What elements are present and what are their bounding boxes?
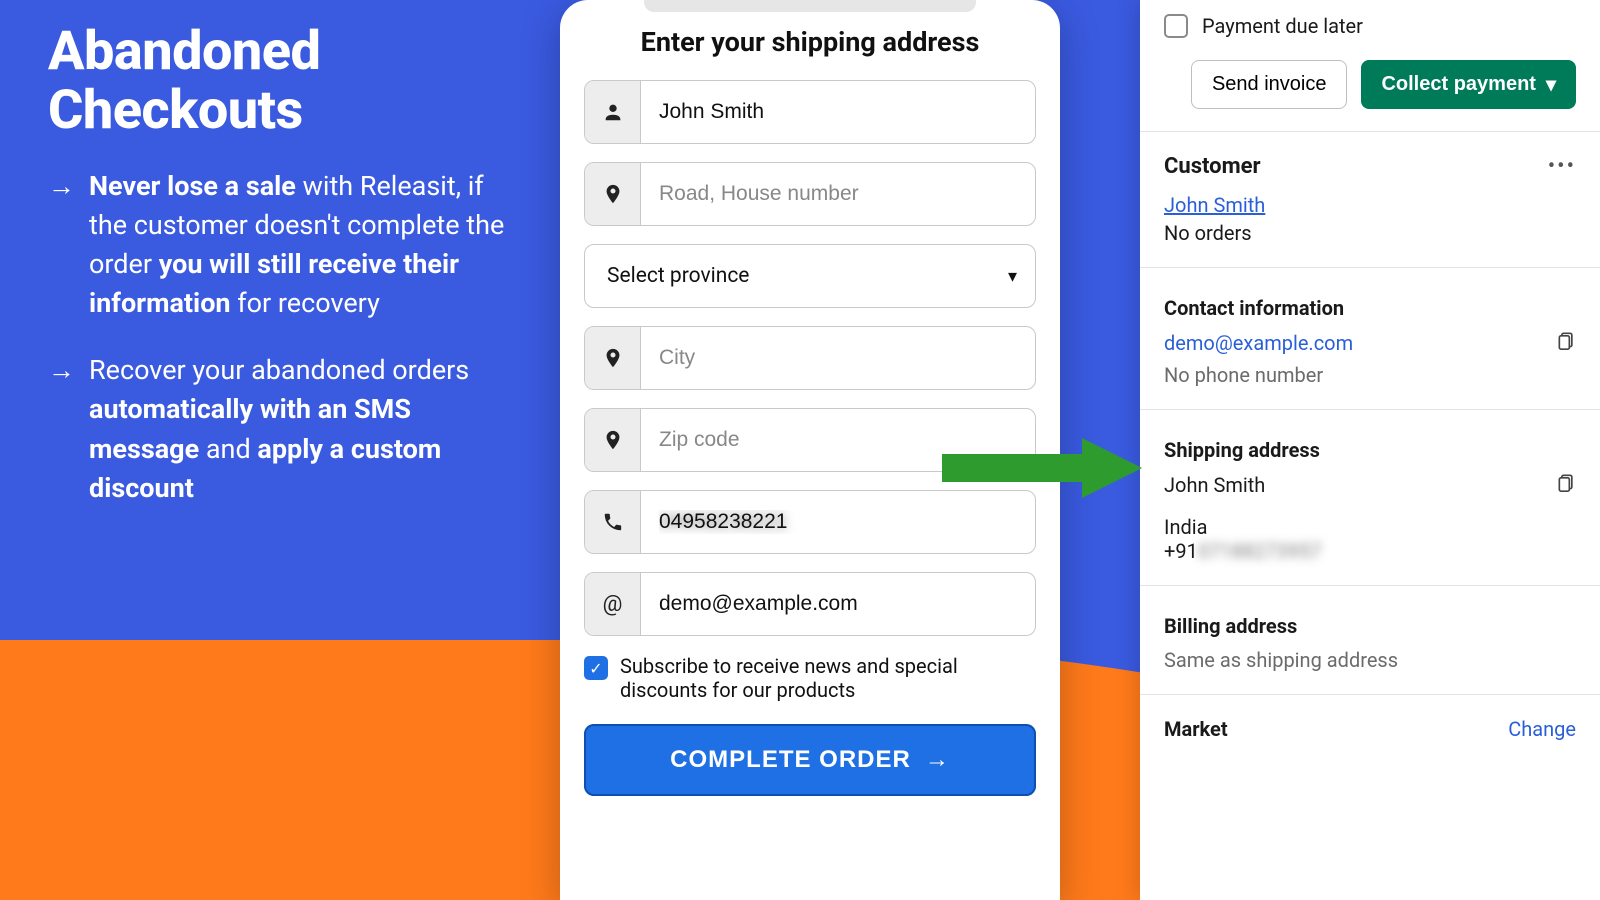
billing-heading: Billing address [1164, 614, 1576, 638]
contact-section: Contact information demo@example.com No … [1140, 268, 1600, 410]
arrow-right-icon: → [925, 746, 950, 774]
clipboard-icon[interactable] [1556, 330, 1576, 355]
payment-due-label: Payment due later [1202, 14, 1363, 38]
contact-phone-placeholder: No phone number [1164, 363, 1576, 387]
bullet-item: → Recover your abandoned orders automati… [48, 351, 518, 508]
phone-field[interactable] [584, 490, 1036, 554]
text-span: Recover your abandoned orders [89, 354, 469, 386]
person-icon [585, 81, 641, 143]
complete-order-button[interactable]: COMPLETE ORDER → [584, 724, 1036, 796]
checkbox-icon [1164, 14, 1188, 38]
pin-icon [585, 409, 641, 471]
province-label: Select province [607, 264, 749, 288]
bullet-item: → Never lose a sale with Releasit, if th… [48, 167, 518, 324]
shipping-heading: Shipping address [1164, 438, 1576, 462]
shipping-section: Shipping address John Smith India +91071… [1140, 410, 1600, 586]
zip-input[interactable] [641, 409, 1035, 471]
marketing-copy: Abandoned Checkouts → Never lose a sale … [48, 22, 518, 536]
checkout-form-card: Enter your shipping address Select provi… [560, 0, 1060, 900]
billing-section: Billing address Same as shipping address [1140, 586, 1600, 695]
pin-icon [585, 327, 641, 389]
more-actions-icon[interactable]: ••• [1548, 154, 1576, 179]
customer-section: Customer ••• John Smith No orders [1140, 132, 1600, 268]
province-select[interactable]: Select province ▾ [584, 244, 1036, 308]
email-input[interactable] [641, 573, 1035, 635]
chevron-down-icon: ▾ [1008, 266, 1017, 287]
payment-section: Payment due later Send invoice Collect p… [1140, 0, 1600, 132]
billing-value: Same as shipping address [1164, 648, 1576, 672]
zip-field[interactable] [584, 408, 1036, 472]
phone-input[interactable] [641, 491, 1035, 553]
text-span: and [199, 433, 257, 465]
market-section: Market Change [1140, 695, 1600, 763]
city-input[interactable] [641, 327, 1035, 389]
phone-prefix: +91 [1164, 539, 1198, 563]
form-title: Enter your shipping address [584, 26, 1036, 58]
subscribe-label: Subscribe to receive news and special di… [620, 654, 1036, 702]
contact-heading: Contact information [1164, 296, 1576, 320]
market-change-link[interactable]: Change [1508, 717, 1576, 741]
phone-icon [585, 491, 641, 553]
shipping-phone: +9107188273957 [1164, 539, 1576, 563]
customer-heading: Customer [1164, 154, 1261, 179]
market-heading: Market [1164, 717, 1228, 741]
contact-email-link[interactable]: demo@example.com [1164, 331, 1353, 355]
name-field[interactable] [584, 80, 1036, 144]
at-icon: @ [585, 573, 641, 635]
collect-payment-label: Collect payment [1381, 73, 1535, 96]
bullet-text: Never lose a sale with Releasit, if the … [89, 167, 518, 324]
complete-order-label: COMPLETE ORDER [670, 746, 911, 774]
bold-span: Never lose a sale [89, 170, 296, 202]
caret-down-icon: ▾ [1546, 72, 1556, 97]
subscribe-checkbox[interactable]: ✓ Subscribe to receive news and special … [584, 654, 1036, 702]
admin-panel: Payment due later Send invoice Collect p… [1140, 0, 1600, 900]
clipboard-icon[interactable] [1556, 472, 1576, 497]
marketing-title: Abandoned Checkouts [48, 22, 518, 141]
city-field[interactable] [584, 326, 1036, 390]
address-field[interactable] [584, 162, 1036, 226]
send-invoice-button[interactable]: Send invoice [1191, 60, 1348, 109]
shipping-country: India [1164, 515, 1576, 539]
pin-icon [585, 163, 641, 225]
arrow-right-icon: → [48, 167, 75, 324]
payment-due-later-checkbox[interactable]: Payment due later [1164, 14, 1576, 38]
bullet-text: Recover your abandoned orders automatica… [89, 351, 518, 508]
address-input[interactable] [641, 163, 1035, 225]
check-icon: ✓ [584, 656, 608, 680]
name-input[interactable] [641, 81, 1035, 143]
arrow-right-icon: → [48, 351, 75, 508]
marketing-stage: Abandoned Checkouts → Never lose a sale … [0, 0, 1600, 900]
collect-payment-button[interactable]: Collect payment ▾ [1361, 60, 1576, 109]
phone-notch [644, 0, 976, 12]
text-span: for recovery [231, 287, 380, 319]
shipping-name: John Smith [1164, 473, 1265, 497]
customer-orders: No orders [1164, 221, 1576, 245]
customer-name-link[interactable]: John Smith [1164, 193, 1265, 217]
phone-rest-blurred: 07188273957 [1198, 539, 1322, 563]
email-field[interactable]: @ [584, 572, 1036, 636]
